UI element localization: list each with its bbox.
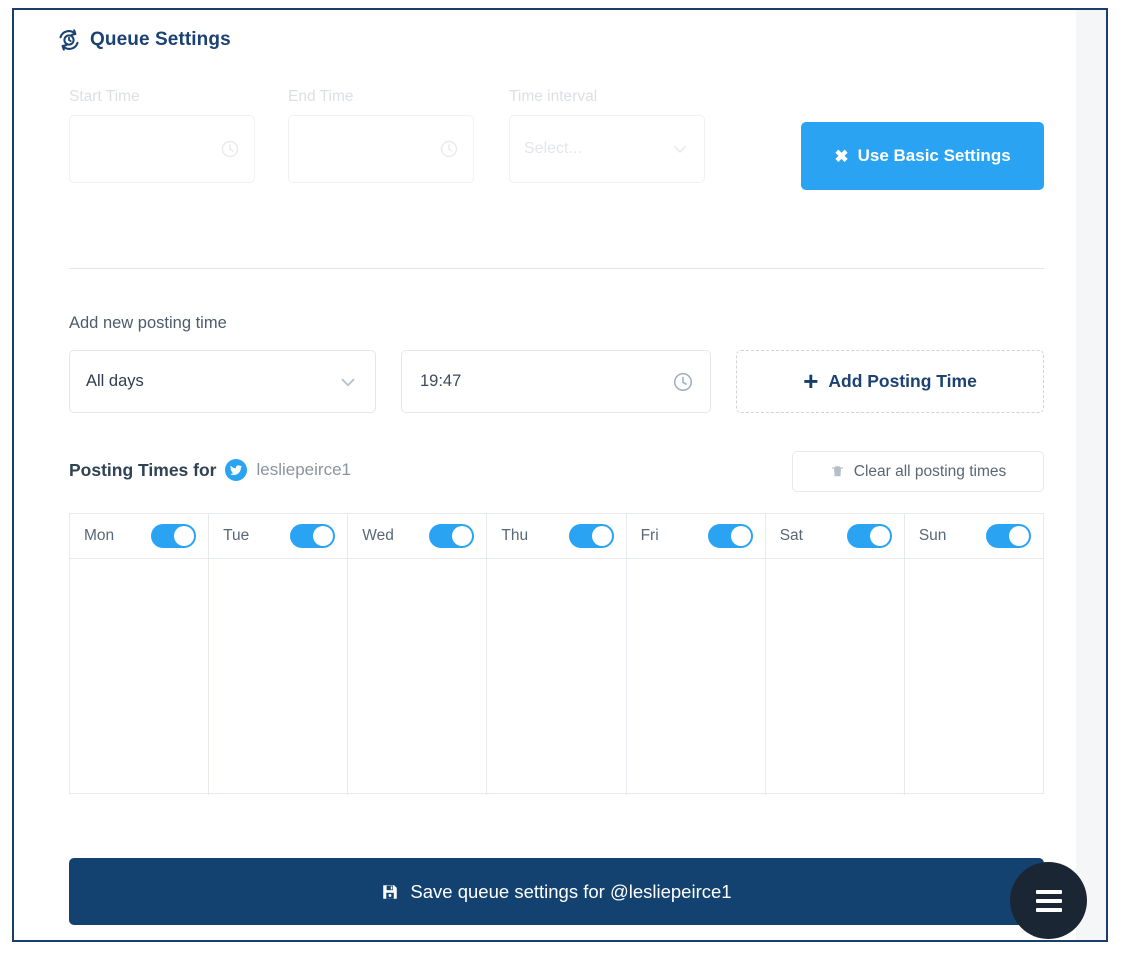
day-column-mon[interactable]	[70, 559, 210, 795]
twitter-icon	[225, 459, 248, 481]
day-toggle-sun[interactable]	[985, 524, 1031, 548]
posting-time-value: 19:47	[420, 372, 462, 390]
toggle-knob	[730, 526, 751, 546]
clock-icon	[221, 140, 239, 158]
posting-times-table: Mon Tue Wed Thu Fri Sat Sun	[69, 513, 1044, 795]
use-basic-settings-button[interactable]: ✖ Use Basic Settings	[801, 122, 1044, 190]
start-time-group: Start Time	[69, 88, 255, 183]
day-column-tue[interactable]	[209, 559, 349, 795]
day-toggle-tue[interactable]	[290, 524, 336, 548]
end-time-label: End Time	[288, 88, 354, 105]
toggle-knob	[174, 526, 195, 546]
time-interval-select[interactable]: Select...	[509, 115, 705, 183]
scrollbar-track[interactable]	[1076, 10, 1106, 940]
day-header-sat: Sat	[766, 514, 905, 558]
day-label: Tue	[223, 527, 250, 544]
day-header-sun: Sun	[905, 514, 1043, 558]
settings-page: Queue Settings Start Time End Time Time …	[12, 8, 1108, 942]
day-label: Fri	[640, 527, 659, 544]
clear-all-posting-times-label: Clear all posting times	[853, 462, 1007, 480]
start-time-input[interactable]	[69, 115, 255, 183]
day-header-tue: Tue	[209, 514, 349, 558]
section-divider	[69, 268, 1044, 269]
posting-times-heading: Posting Times for lesliepeirce1	[69, 459, 351, 481]
add-posting-section-label: Add new posting time	[69, 314, 227, 332]
toggle-knob	[591, 526, 612, 546]
add-posting-time-label: Add Posting Time	[828, 371, 977, 391]
day-label: Sun	[918, 527, 947, 544]
end-time-input[interactable]	[288, 115, 474, 183]
day-label: Wed	[362, 527, 394, 544]
day-header-mon: Mon	[70, 514, 210, 558]
end-time-group: End Time	[288, 88, 474, 183]
day-toggle-fri[interactable]	[707, 524, 753, 548]
toggle-knob	[1008, 526, 1029, 546]
save-queue-settings-button[interactable]: Save queue settings for @lesliepeirce1	[69, 858, 1044, 925]
trash-icon	[831, 466, 843, 477]
day-label: Mon	[84, 527, 115, 544]
day-header-fri: Fri	[627, 514, 766, 558]
days-select[interactable]: All days	[69, 350, 376, 413]
time-interval-group: Time interval Select...	[509, 88, 705, 183]
add-posting-time-button[interactable]: + Add Posting Time	[736, 350, 1044, 413]
use-basic-settings-label: Use Basic Settings	[857, 146, 1011, 165]
time-interval-placeholder: Select...	[524, 140, 582, 157]
start-time-label: Start Time	[69, 88, 140, 105]
clock-icon[interactable]	[672, 371, 694, 393]
toggle-knob	[869, 526, 890, 546]
day-column-fri[interactable]	[627, 559, 766, 795]
toggle-knob	[452, 526, 473, 546]
posting-times-label: Posting Times for	[69, 459, 217, 480]
save-queue-settings-label: Save queue settings for @lesliepeirce1	[410, 880, 732, 902]
account-handle: lesliepeirce1	[256, 460, 351, 479]
days-header-row: Mon Tue Wed Thu Fri Sat Sun	[70, 514, 1043, 559]
day-column-sat[interactable]	[766, 559, 905, 795]
day-column-thu[interactable]	[487, 559, 627, 795]
time-interval-label: Time interval	[509, 88, 598, 105]
page-content: Queue Settings Start Time End Time Time …	[14, 10, 1078, 940]
day-label: Thu	[501, 527, 529, 544]
posting-time-input[interactable]: 19:47	[401, 350, 711, 413]
page-title: Queue Settings	[90, 29, 231, 50]
hamburger-menu-icon	[1035, 889, 1062, 912]
day-toggle-mon[interactable]	[151, 524, 197, 548]
close-x-icon: ✖	[834, 146, 849, 166]
days-body-row	[70, 559, 1043, 795]
clock-icon	[440, 140, 458, 158]
day-column-sun[interactable]	[905, 559, 1043, 795]
day-toggle-wed[interactable]	[429, 524, 475, 548]
days-select-value: All days	[86, 372, 144, 390]
day-column-wed[interactable]	[348, 559, 488, 795]
chevron-down-icon	[674, 146, 686, 153]
save-disk-icon	[383, 884, 398, 899]
day-label: Sat	[779, 527, 803, 544]
day-header-thu: Thu	[487, 514, 627, 558]
day-toggle-sat[interactable]	[846, 524, 892, 548]
panel-header: Queue Settings	[57, 28, 231, 52]
day-header-wed: Wed	[348, 514, 488, 558]
chevron-down-icon	[341, 378, 355, 386]
menu-fab-button[interactable]	[1010, 862, 1087, 939]
clear-all-posting-times-button[interactable]: Clear all posting times	[792, 451, 1044, 492]
plus-icon: +	[803, 365, 819, 396]
toggle-knob	[313, 526, 334, 546]
queue-clock-icon	[57, 28, 81, 52]
day-toggle-thu[interactable]	[568, 524, 614, 548]
